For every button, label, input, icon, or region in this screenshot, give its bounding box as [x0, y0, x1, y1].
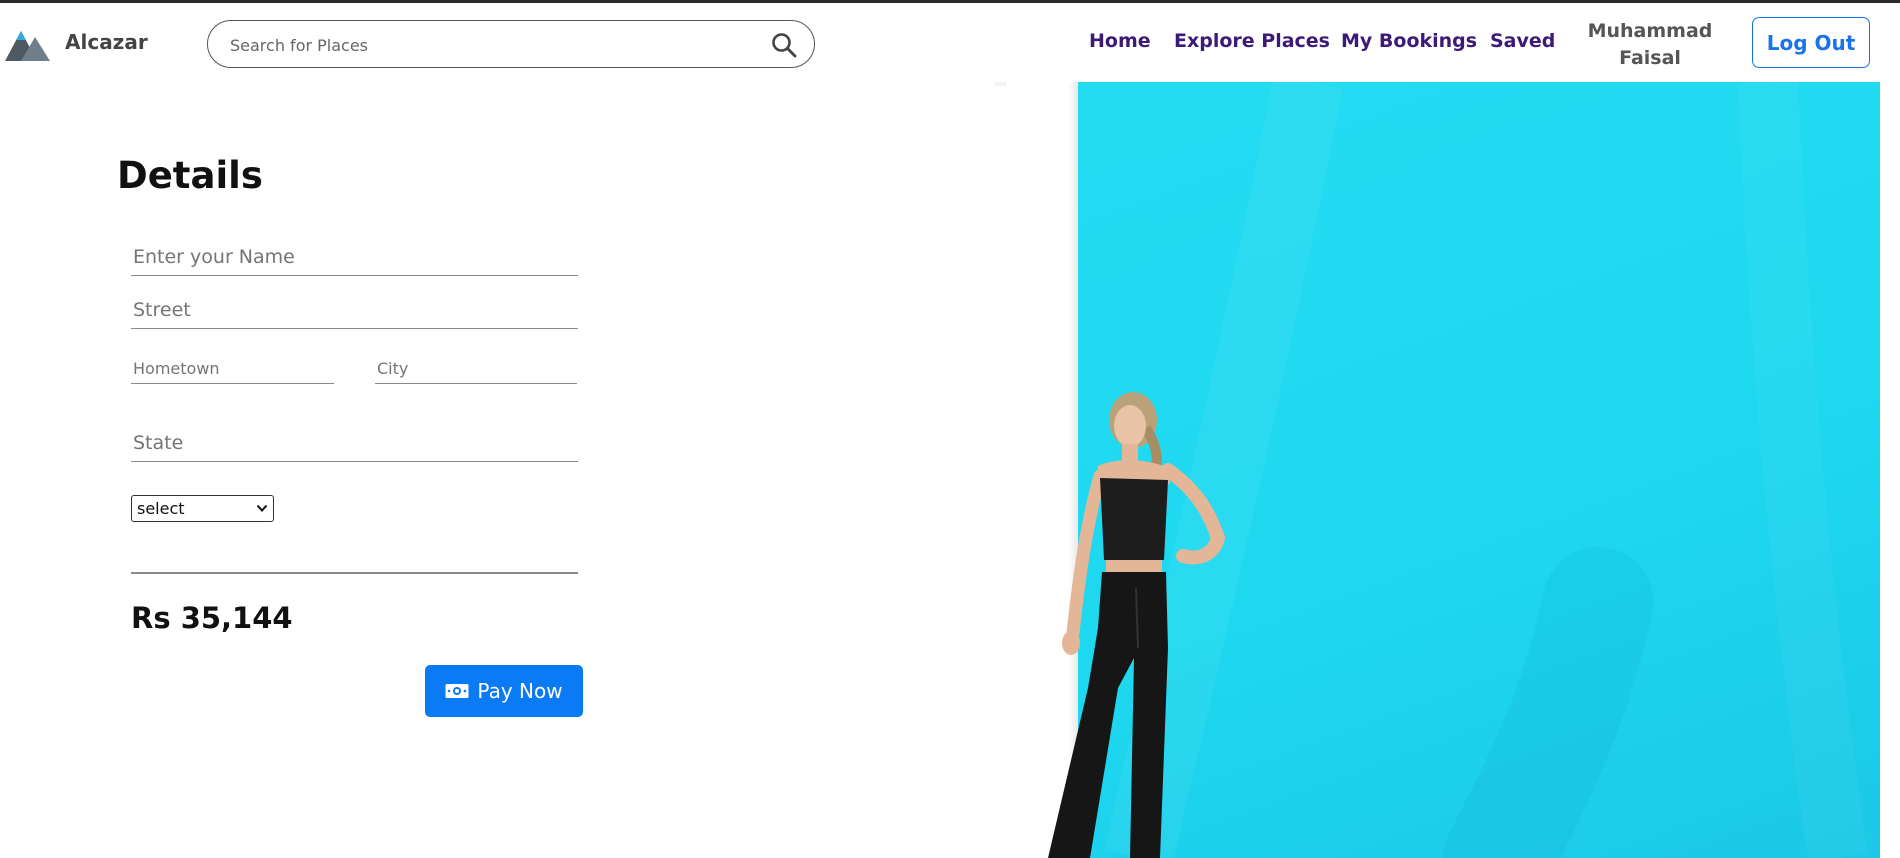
- name-field[interactable]: [131, 238, 578, 276]
- nav-link-home[interactable]: Home: [1089, 30, 1151, 52]
- logout-button[interactable]: Log Out: [1752, 17, 1870, 68]
- select-value: select: [137, 499, 185, 518]
- nav-link-my-bookings[interactable]: My Bookings: [1341, 30, 1477, 52]
- user-name[interactable]: Muhammad Faisal: [1570, 18, 1730, 72]
- select-dropdown[interactable]: select: [131, 495, 274, 522]
- nav-link-saved[interactable]: Saved: [1490, 30, 1555, 52]
- money-icon: [445, 684, 469, 698]
- search-bar: [207, 20, 815, 68]
- navbar: Alcazar Home Explore Places My Bookings …: [0, 3, 1900, 82]
- brand[interactable]: Alcazar: [5, 21, 148, 63]
- chevron-down-icon: [256, 504, 268, 512]
- panel-corner: [995, 82, 1007, 86]
- form-divider: [131, 572, 578, 574]
- search-input[interactable]: [230, 32, 750, 58]
- mountain-logo-icon: [5, 31, 50, 61]
- pay-now-label: Pay Now: [477, 679, 563, 703]
- state-field[interactable]: [131, 424, 578, 462]
- pay-now-button[interactable]: Pay Now: [425, 665, 583, 717]
- city-field[interactable]: [375, 354, 577, 384]
- page-title: Details: [117, 154, 263, 197]
- hometown-field[interactable]: [131, 354, 334, 384]
- nav-link-explore-places[interactable]: Explore Places: [1174, 30, 1330, 52]
- brand-name: Alcazar: [65, 30, 148, 54]
- details-form: Details select Rs 35,144 Pay Now: [0, 82, 1005, 858]
- total-amount: Rs 35,144: [131, 601, 293, 635]
- model-photo: [1048, 392, 1226, 858]
- search-icon[interactable]: [770, 31, 798, 59]
- street-field[interactable]: [131, 291, 578, 329]
